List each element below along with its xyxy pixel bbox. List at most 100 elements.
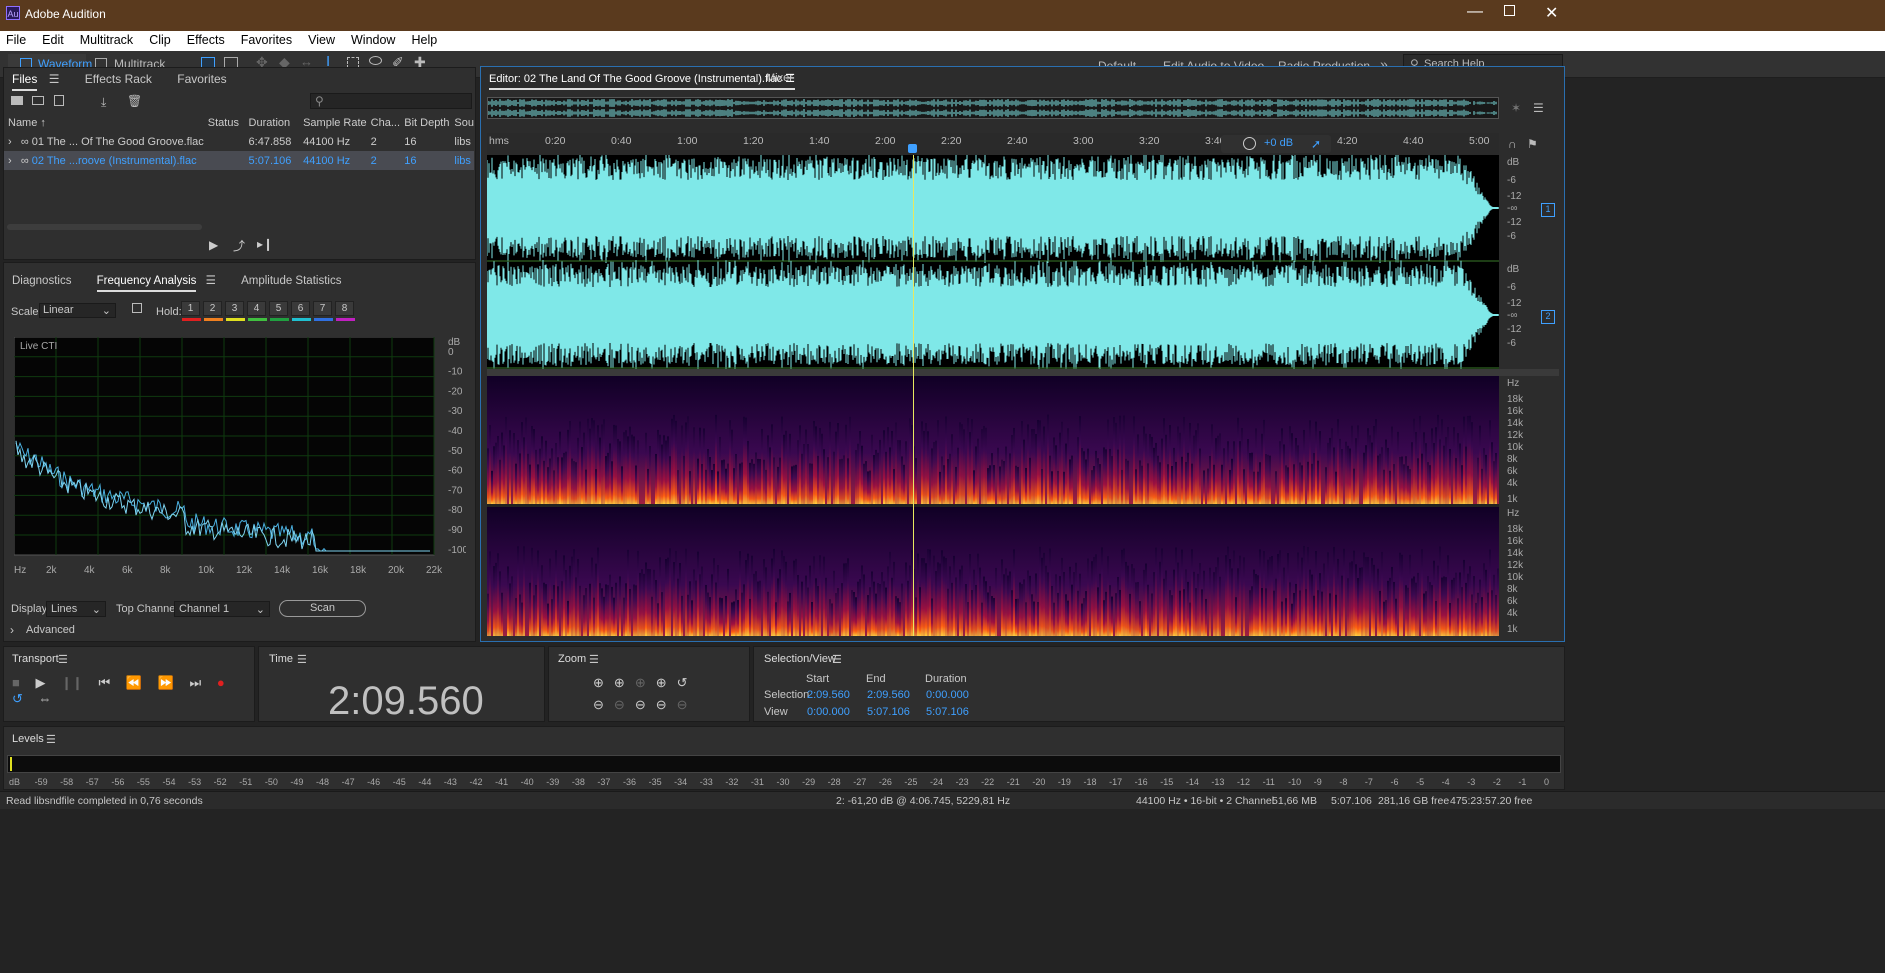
pin-icon[interactable]: ➚ bbox=[1311, 137, 1321, 151]
menu-help[interactable]: Help bbox=[403, 31, 445, 47]
loop-play-icon[interactable]: ⤴ bbox=[233, 237, 245, 254]
zoom-reset-icon[interactable]: ↺ bbox=[677, 675, 698, 690]
hold-button-7[interactable]: 7 bbox=[313, 301, 333, 321]
zoom-in-selection-icon[interactable]: ⊕ bbox=[635, 675, 656, 690]
menu-file[interactable]: File bbox=[0, 31, 34, 47]
rewind-icon[interactable]: ⏪ bbox=[126, 675, 142, 690]
display-dropdown[interactable]: Lines ⌄ bbox=[46, 601, 106, 617]
play-icon[interactable]: ▶ bbox=[35, 675, 45, 690]
playhead-marker-icon[interactable] bbox=[908, 144, 917, 153]
tab-favorites[interactable]: Favorites bbox=[177, 72, 226, 86]
panel-menu-icon[interactable]: ☰ bbox=[58, 653, 68, 666]
open-file-icon[interactable] bbox=[11, 96, 23, 105]
tab-files[interactable]: Files bbox=[12, 72, 38, 91]
menu-favorites[interactable]: Favorites bbox=[233, 31, 300, 47]
loop-icon[interactable]: ↺ bbox=[12, 691, 23, 706]
advanced-section[interactable]: Advanced bbox=[26, 624, 75, 636]
auto-play-icon[interactable]: ▸❙ bbox=[257, 237, 273, 251]
waveform-display[interactable] bbox=[486, 153, 1499, 370]
record-icon[interactable]: ● bbox=[217, 675, 225, 690]
play-icon[interactable]: ▶ bbox=[209, 238, 218, 252]
import-icon[interactable] bbox=[32, 96, 44, 105]
maximize-icon[interactable] bbox=[1504, 5, 1515, 16]
top-channel-dropdown[interactable]: Channel 1 ⌄ bbox=[174, 601, 270, 617]
zoom-out-full-icon[interactable]: ⊖ bbox=[656, 697, 677, 712]
view-duration[interactable]: 5:07.106 bbox=[926, 706, 969, 718]
col-duration[interactable]: Duration bbox=[245, 113, 300, 132]
time-display[interactable]: 2:09.560 bbox=[328, 679, 484, 724]
timeline-ruler[interactable]: hms 0:20 0:40 1:00 1:20 1:40 2:00 2:20 2:40 3:00 3… bbox=[487, 133, 1499, 155]
zoom-in-time-icon[interactable]: ⊕ bbox=[614, 675, 635, 690]
delete-icon[interactable]: 🗑 bbox=[127, 94, 142, 108]
table-row[interactable]: › ∞ 02 The ...roove (Instrumental).flac … bbox=[4, 151, 474, 170]
menu-window[interactable]: Window bbox=[343, 31, 403, 47]
scale-dropdown[interactable]: Linear ⌄ bbox=[39, 303, 116, 318]
new-file-icon[interactable] bbox=[54, 95, 64, 106]
panel-menu-icon[interactable]: ☰ bbox=[589, 653, 599, 666]
zoom-in-left-icon[interactable]: ⊕ bbox=[656, 675, 677, 690]
channel-1-badge[interactable]: 1 bbox=[1541, 203, 1555, 217]
advanced-expand-icon[interactable]: › bbox=[10, 623, 14, 637]
view-start[interactable]: 0:00.000 bbox=[807, 706, 850, 718]
selection-start[interactable]: 2:09.560 bbox=[807, 689, 850, 701]
close-icon[interactable]: ✕ bbox=[1545, 3, 1558, 23]
stop-icon[interactable]: ■ bbox=[12, 675, 20, 690]
tab-editor[interactable]: Editor: 02 The Land Of The Good Groove (… bbox=[489, 72, 796, 90]
files-scrollbar[interactable] bbox=[7, 224, 202, 230]
hold-button-6[interactable]: 6 bbox=[291, 301, 311, 321]
zoom-out-left-icon[interactable]: ⊖ bbox=[635, 697, 656, 712]
channel-2-badge[interactable]: 2 bbox=[1541, 310, 1555, 324]
hold-button-2[interactable]: 2 bbox=[203, 301, 223, 321]
zoom-in-amplitude-icon[interactable]: ⊕ bbox=[593, 675, 614, 690]
lock-icon[interactable] bbox=[132, 303, 142, 313]
hold-button-1[interactable]: 1 bbox=[181, 301, 201, 321]
volume-knob-icon[interactable] bbox=[1243, 137, 1256, 150]
tab-frequency-analysis[interactable]: Frequency Analysis bbox=[96, 275, 197, 292]
lasso-tool-icon[interactable] bbox=[369, 56, 382, 65]
scan-button[interactable]: Scan bbox=[279, 600, 366, 617]
panel-menu-icon[interactable]: ☰ bbox=[49, 72, 60, 86]
col-status[interactable]: Status bbox=[204, 113, 245, 132]
pause-icon[interactable]: ❙❙ bbox=[61, 675, 83, 690]
hold-button-4[interactable]: 4 bbox=[247, 301, 267, 321]
expand-icon[interactable]: › bbox=[8, 136, 12, 148]
zoom-out-time-icon[interactable]: ⊖ bbox=[614, 697, 635, 712]
skip-to-end-icon[interactable]: ⏭ bbox=[189, 675, 201, 690]
selection-duration[interactable]: 0:00.000 bbox=[926, 689, 969, 701]
tab-effects-rack[interactable]: Effects Rack bbox=[85, 72, 152, 86]
hud-volume[interactable]: +0 dB ➚ bbox=[1221, 135, 1331, 153]
tab-mixer[interactable]: Mixer bbox=[766, 72, 793, 84]
skip-selection-icon[interactable]: ⇔ bbox=[39, 691, 52, 706]
col-source[interactable]: Sou bbox=[450, 113, 474, 132]
table-row[interactable]: › ∞ 01 The ... Of The Good Groove.flac 6… bbox=[4, 132, 474, 151]
fast-forward-icon[interactable]: ⏩ bbox=[158, 675, 174, 690]
hold-button-8[interactable]: 8 bbox=[335, 301, 355, 321]
hold-button-5[interactable]: 5 bbox=[269, 301, 289, 321]
panel-menu-icon[interactable]: ☰ bbox=[46, 733, 56, 746]
selection-end[interactable]: 2:09.560 bbox=[867, 689, 910, 701]
menu-effects[interactable]: Effects bbox=[179, 31, 233, 47]
panel-menu-icon[interactable]: ☰ bbox=[297, 653, 307, 666]
panel-menu-icon[interactable]: ☰ bbox=[206, 273, 216, 287]
skip-to-start-icon[interactable]: ⏮ bbox=[99, 675, 111, 690]
zoom-out-amplitude-icon[interactable]: ⊖ bbox=[593, 697, 614, 712]
zoom-out-right-icon[interactable]: ⊖ bbox=[677, 697, 698, 712]
col-bit-depth[interactable]: Bit Depth bbox=[400, 113, 450, 132]
panel-options-icon[interactable]: ☰ bbox=[1533, 101, 1544, 115]
view-divider[interactable] bbox=[487, 369, 1559, 376]
col-channels[interactable]: Cha... bbox=[367, 113, 401, 132]
hold-button-3[interactable]: 3 bbox=[225, 301, 245, 321]
panel-menu-icon[interactable]: ☰ bbox=[832, 653, 842, 666]
menu-multitrack[interactable]: Multitrack bbox=[72, 31, 141, 47]
menu-view[interactable]: View bbox=[300, 31, 343, 47]
menu-edit[interactable]: Edit bbox=[34, 31, 72, 47]
menu-clip[interactable]: Clip bbox=[141, 31, 179, 47]
marker-icon[interactable]: ⚑ bbox=[1527, 137, 1538, 151]
minimize-icon[interactable]: — bbox=[1467, 3, 1483, 21]
snap-icon[interactable]: ∩ bbox=[1508, 137, 1517, 151]
tab-diagnostics[interactable]: Diagnostics bbox=[12, 275, 71, 287]
overview-navigator[interactable] bbox=[487, 97, 1499, 119]
files-search-input[interactable]: ⚲ bbox=[310, 93, 472, 109]
insert-icon[interactable]: ⤓ bbox=[101, 95, 106, 110]
spectral-display[interactable] bbox=[487, 376, 1499, 636]
